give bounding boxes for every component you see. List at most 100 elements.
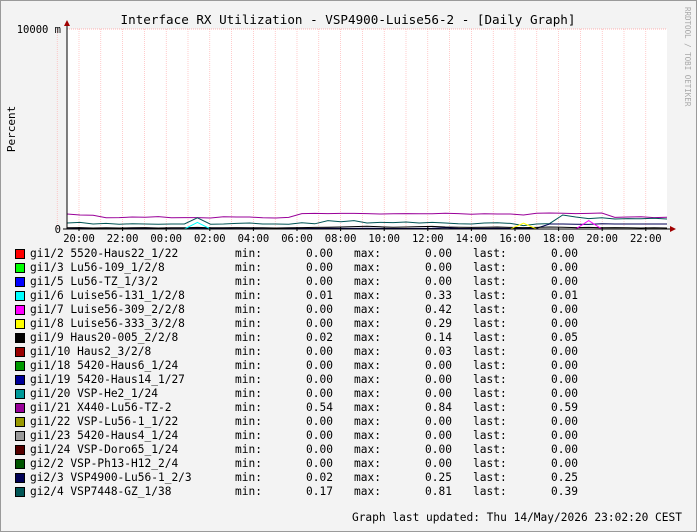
legend-last-value: 0.05 [551, 331, 578, 344]
legend-max-value: 0.00 [425, 247, 452, 260]
legend-min-label: min: [235, 303, 262, 316]
plot-area [67, 29, 667, 229]
legend-swatch [15, 305, 25, 315]
legend-max-label: max: [354, 317, 381, 330]
legend-min-value: 0.00 [306, 317, 333, 330]
legend-min-value: 0.00 [306, 275, 333, 288]
legend-last-label: last: [473, 471, 507, 484]
legend-last-value: 0.00 [551, 443, 578, 456]
legend-min-label: min: [235, 401, 262, 414]
legend-last-label: last: [473, 415, 507, 428]
legend-last-value: 0.00 [551, 275, 578, 288]
x-axis-arrow [670, 226, 676, 232]
legend-max-label: max: [354, 429, 381, 442]
legend-last-value: 0.59 [551, 401, 578, 414]
legend-max-label: max: [354, 415, 381, 428]
legend-max-value: 0.03 [425, 345, 452, 358]
legend-swatch [15, 347, 25, 357]
legend-series-name: gi2/2 VSP-Ph13-H12_2/4 [30, 457, 179, 470]
chart-title: Interface RX Utilization - VSP4900-Luise… [121, 12, 576, 27]
legend-swatch [15, 291, 25, 301]
x-tick-label: 14:00 [456, 233, 488, 245]
x-tick-label: 20:00 [586, 233, 618, 245]
legend-min-value: 0.00 [306, 429, 333, 442]
x-tick-label: 22:00 [107, 233, 139, 245]
legend-min-value: 0.00 [306, 373, 333, 386]
legend-last-value: 0.00 [551, 387, 578, 400]
legend-swatch [15, 361, 25, 371]
rrdtool-watermark: RRDTOOL / TOBI OETIKER [683, 7, 692, 107]
legend-last-value: 0.25 [551, 471, 578, 484]
legend-min-value: 0.00 [306, 457, 333, 470]
legend-last-label: last: [473, 401, 507, 414]
y-tick-label: 10000 m [17, 24, 61, 36]
x-tick-label: 20:00 [63, 233, 95, 245]
legend-last-value: 0.00 [551, 317, 578, 330]
legend-last-label: last: [473, 317, 507, 330]
legend-max-value: 0.25 [425, 471, 452, 484]
legend-swatch [15, 319, 25, 329]
legend-last-label: last: [473, 373, 507, 386]
legend-max-label: max: [354, 359, 381, 372]
legend-min-value: 0.02 [306, 331, 333, 344]
legend-max-label: max: [354, 471, 381, 484]
legend-max-label: max: [354, 303, 381, 316]
legend-min-label: min: [235, 317, 262, 330]
legend-min-value: 0.54 [306, 401, 333, 414]
legend-max-label: max: [354, 261, 381, 274]
legend-last-value: 0.00 [551, 415, 578, 428]
legend-series-name: gi1/5 Lu56-TZ_1/3/2 [30, 275, 158, 288]
legend-min-value: 0.00 [306, 415, 333, 428]
legend-max-value: 0.00 [425, 429, 452, 442]
legend-min-label: min: [235, 261, 262, 274]
y-axis-arrow [64, 20, 70, 26]
legend-last-label: last: [473, 443, 507, 456]
legend-series-name: gi2/3 VSP4900-Lu56-1_2/3 [30, 471, 192, 484]
x-tick-label: 02:00 [194, 233, 226, 245]
legend-last-label: last: [473, 261, 507, 274]
legend-series-name: gi1/7 Luise56-309_2/2/8 [30, 303, 185, 316]
legend-max-value: 0.33 [425, 289, 452, 302]
legend-max-label: max: [354, 289, 381, 302]
legend-min-label: min: [235, 345, 262, 358]
legend-last-label: last: [473, 457, 507, 470]
legend-last-label: last: [473, 345, 507, 358]
legend-max-value: 0.00 [425, 359, 452, 372]
legend-swatch [15, 249, 25, 259]
legend-last-label: last: [473, 275, 507, 288]
legend-series-name: gi1/20 VSP-He2_1/24 [30, 387, 158, 400]
legend-series-name: gi2/4 VSP7448-GZ_1/38 [30, 485, 172, 498]
legend-min-value: 0.02 [306, 471, 333, 484]
chart: Interface RX Utilization - VSP4900-Luise… [5, 7, 692, 245]
legend-max-value: 0.00 [425, 457, 452, 470]
legend-max-value: 0.84 [425, 401, 452, 414]
legend-swatch [15, 389, 25, 399]
legend-series-name: gi1/23 5420-Haus4_1/24 [30, 429, 179, 442]
y-tick-labels: 0 10000 m [17, 24, 61, 236]
legend-min-label: min: [235, 471, 262, 484]
legend-max-label: max: [354, 387, 381, 400]
legend-max-label: max: [354, 331, 381, 344]
legend-max-value: 0.00 [425, 275, 452, 288]
legend-last-label: last: [473, 429, 507, 442]
legend-min-value: 0.01 [306, 289, 333, 302]
legend-swatch [15, 431, 25, 441]
legend-min-label: min: [235, 289, 262, 302]
legend-last-label: last: [473, 485, 507, 498]
legend-swatch [15, 473, 25, 483]
legend-last-label: last: [473, 303, 507, 316]
legend-min-label: min: [235, 485, 262, 498]
legend-last-value: 0.00 [551, 359, 578, 372]
legend-series-name: gi1/3 Lu56-109_1/2/8 [30, 261, 165, 274]
legend-min-value: 0.00 [306, 247, 333, 260]
legend-series-name: gi1/6 Luise56-131_1/2/8 [30, 289, 185, 302]
legend-max-value: 0.14 [425, 331, 452, 344]
legend-swatch [15, 417, 25, 427]
legend-min-label: min: [235, 415, 262, 428]
legend-max-label: max: [354, 457, 381, 470]
legend-min-label: min: [235, 457, 262, 470]
legend-min-label: min: [235, 359, 262, 372]
legend-max-label: max: [354, 247, 381, 260]
legend-series-name: gi1/10 Haus2_3/2/8 [30, 345, 152, 358]
legend-last-value: 0.00 [551, 345, 578, 358]
